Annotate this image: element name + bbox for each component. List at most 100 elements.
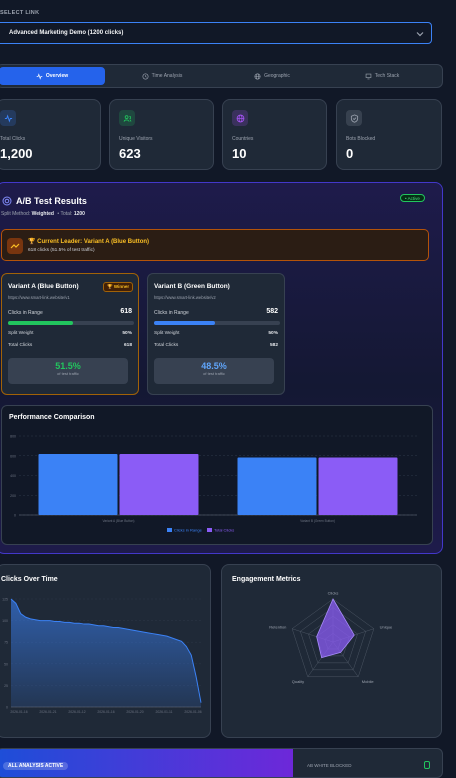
tab-label: Overview [45,73,69,79]
link-select-value: Advanced Marketing Demo (1200 clicks) [9,30,124,36]
stat-label: Bots Blocked [346,136,376,142]
variant-name: Variant B (Green Button) [154,283,230,290]
pulse-icon [36,72,43,80]
monitor-icon [365,73,372,80]
y-tick-label: 200 [10,494,16,498]
y-tick-label: 0 [6,706,8,710]
stat-card-bots-blocked: Bots Blocked 0 [336,99,442,170]
variant-name: Variant A (Blue Button) [8,283,79,290]
radar-axis-label: Mobile [362,679,375,684]
pulse-icon [0,110,16,126]
bar-clicks-in-range[interactable] [237,457,317,515]
shield-icon [346,110,362,126]
tab-label: Tech Stack [374,73,400,79]
x-tick-label: 2026-01-11 [155,710,172,714]
tab-time-analysis[interactable]: Time Analysis [109,67,215,85]
split-weight-label: Split Weight [8,331,34,336]
stat-value: 0 [346,146,354,161]
y-tick-label: 0 [14,514,16,518]
users-icon [119,110,135,126]
total-value: 1200 [73,211,85,217]
radar-axis-label: Unique [380,624,393,629]
split-method-value: Weighted [31,211,54,217]
chevron-down-icon [416,32,424,37]
total-clicks-label: Total Clicks [8,343,33,348]
globe-icon [232,110,248,126]
winner-badge: 🏆 Winner [103,282,134,292]
tab-overview[interactable]: Overview [0,67,105,85]
split-method-label: Split Method: [1,211,31,217]
leader-title-text: Current Leader: Variant A (Blue Button) [37,239,150,245]
stat-label: Total Clicks [0,136,26,142]
traffic-share-label: of test traffic [57,371,79,376]
clicks-in-range-label: Clicks in Range [8,310,43,316]
x-tick-label: 2026-01-12 [68,710,85,714]
tab-label: Geographic [264,73,290,79]
target-icon [2,196,12,206]
engagement-metrics-card: Engagement Metrics Clicks Unique Mobile Qua… [221,564,442,738]
variant-url[interactable]: https://www.smart-link.website/v2 [154,295,216,300]
radar-axis-label: Clicks [328,591,339,596]
split-weight-value: 50% [268,331,278,336]
ab-test-section: A/B Test Results Split Method: Weighted … [0,182,443,554]
split-weight-value: 50% [122,331,132,336]
x-tick-label: 2026-01-16 [97,710,114,714]
traffic-share-box: 51.5% of test traffic [8,358,128,384]
select-link-label: SELECT LINK [0,10,40,16]
legend-label: Clicks in Range [174,528,203,533]
bar-clicks-in-range[interactable] [38,453,118,515]
clicks-over-time-chart: 0 25 50 75 100 125 2026-01-16 2026-01-21 2026-01… [2,598,202,715]
ab-title: A/B Test Results [16,196,87,206]
stat-value: 1,200 [0,146,33,161]
tab-geographic[interactable]: Geographic [219,67,325,85]
progress-track [8,321,134,325]
radar-series-area [316,598,355,659]
traffic-share-label: of test traffic [203,371,225,376]
total-label: Total: [60,211,73,217]
bar-total-clicks[interactable] [318,457,398,515]
ab-meta: Split Method: Weighted • Total: 1200 [1,211,85,217]
globe-icon [254,73,261,80]
tab-tech-stack[interactable]: Tech Stack [329,67,435,85]
total-clicks-label: Total Clicks [154,343,179,348]
stat-card-countries: Countries 10 [222,99,327,170]
clicks-over-time-card: Clicks Over Time 0 25 50 75 100 125 2026-01-16… [0,564,211,738]
engagement-title: Engagement Metrics [232,576,301,583]
y-tick-label: 800 [10,435,16,439]
banner-status-icon [424,761,430,769]
total-clicks-value: 618 [123,343,132,348]
leader-title: 🏆 Current Leader: Variant A (Blue Button… [28,238,149,245]
status-text: Active [407,196,420,201]
x-tick-label: Variant A (Blue Button) [102,519,134,523]
stat-value: 10 [232,146,247,161]
y-tick-label: 100 [2,619,8,623]
clicks-over-time-title: Clicks Over Time [1,576,58,583]
leader-subtitle: 618 clicks (51.5% of test traffic) [28,248,95,253]
radar-axis-label: Quality [292,679,304,684]
trophy-icon: 🏆 [107,284,113,289]
link-select[interactable]: Advanced Marketing Demo (1200 clicks) [0,22,432,44]
clock-icon [142,73,149,80]
clicks-in-range-value: 582 [266,308,278,315]
x-tick-label: 2026-01-06 [184,710,201,714]
y-tick-label: 125 [2,598,8,602]
performance-bar-chart: 0 200 400 600 800 Variant A (Blue Button) Vari… [10,435,417,533]
x-tick-label: 2026-01-21 [39,710,56,714]
bar-total-clicks[interactable] [119,453,199,515]
x-tick-label: 2026-01-16 [10,710,27,714]
split-weight-label: Split Weight [154,331,180,336]
traffic-share-box: 48.5% of test traffic [154,358,274,384]
tab-bar: Overview Time Analysis Geographic Tech Stac… [0,64,443,88]
y-tick-label: 50 [4,662,8,666]
progress-fill [154,321,216,325]
y-tick-label: 75 [4,641,8,645]
stat-label: Unique Visitors [119,136,153,142]
x-tick-label: Variant B (Green Button) [300,519,335,523]
variant-url[interactable]: https://www.smart-link.website/v1 [8,295,70,300]
tab-label: Time Analysis [151,73,183,79]
engagement-radar-chart: Clicks Unique Mobile Quality Retention [269,591,393,685]
analysis-banner: ALL ANALYSIS ACTIVE AB WHITE BLOCKED [0,748,443,778]
progress-fill [8,321,73,325]
current-leader-banner: 🏆 Current Leader: Variant A (Blue Button… [1,229,429,261]
legend-swatch [207,528,212,532]
